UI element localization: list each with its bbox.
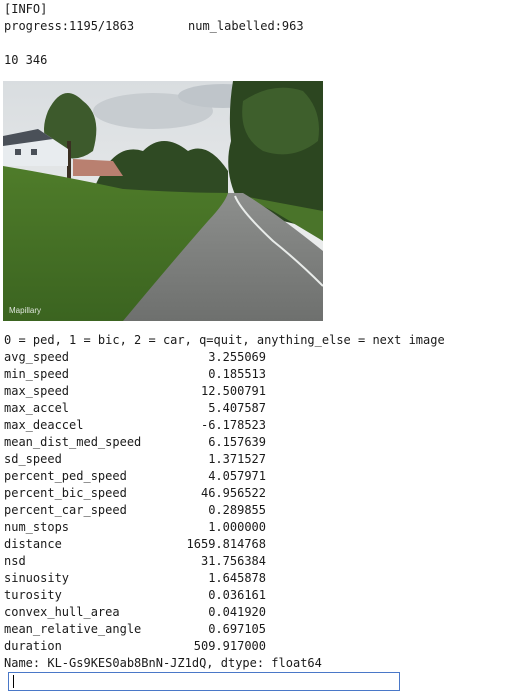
stat-row: avg_speed 3.255069 <box>4 349 266 366</box>
stat-name: distance <box>4 537 62 551</box>
label-input[interactable] <box>8 672 400 691</box>
stat-value: 4.057971 <box>208 469 266 483</box>
stat-name: max_deaccel <box>4 418 84 432</box>
num-labelled-text: num_labelled:963 <box>188 19 304 33</box>
stat-value: 0.185513 <box>208 367 266 381</box>
stat-name: convex_hull_area <box>4 605 120 619</box>
stat-value: 3.255069 <box>208 350 266 364</box>
stat-name: mean_dist_med_speed <box>4 435 142 449</box>
stat-value: 0.036161 <box>208 588 266 602</box>
stat-row: sinuosity 1.645878 <box>4 570 266 587</box>
info-tag: [INFO] <box>4 2 48 16</box>
stat-name: nsd <box>4 554 26 568</box>
image-dims-text: 10 346 <box>4 53 48 67</box>
stat-value: 1.645878 <box>208 571 266 585</box>
stat-name: num_stops <box>4 520 70 534</box>
stat-value: 1.000000 <box>208 520 266 534</box>
mapillary-watermark: Mapillary <box>9 306 41 315</box>
stat-name: max_speed <box>4 384 70 398</box>
text-caret <box>13 675 14 688</box>
stat-value: -6.178523 <box>200 418 266 432</box>
stat-row: max_deaccel -6.178523 <box>4 417 266 434</box>
stat-row: num_stops 1.000000 <box>4 519 266 536</box>
stat-row: turosity 0.036161 <box>4 587 266 604</box>
stat-name: mean_relative_angle <box>4 622 142 636</box>
stat-name: sd_speed <box>4 452 62 466</box>
stat-row: convex_hull_area 0.041920 <box>4 604 266 621</box>
stat-value: 0.289855 <box>208 503 266 517</box>
stat-value: 31.756384 <box>200 554 266 568</box>
stat-row: sd_speed 1.371527 <box>4 451 266 468</box>
stat-row: percent_ped_speed 4.057971 <box>4 468 266 485</box>
stat-value: 1.371527 <box>208 452 266 466</box>
progress-text: progress:1195/1863 <box>4 19 135 33</box>
stat-row: duration 509.917000 <box>4 638 266 655</box>
stat-row: distance 1659.814768 <box>4 536 266 553</box>
stat-value: 46.956522 <box>200 486 266 500</box>
label-prompt: 0 = ped, 1 = bic, 2 = car, q=quit, anyth… <box>4 333 445 347</box>
stat-name: turosity <box>4 588 62 602</box>
stat-value: 0.041920 <box>208 605 266 619</box>
stat-row: max_accel 5.407587 <box>4 400 266 417</box>
stat-name: sinuosity <box>4 571 70 585</box>
stat-row: percent_car_speed 0.289855 <box>4 502 266 519</box>
stats-table: avg_speed 3.255069 min_speed 0.185513 max_… <box>4 349 266 655</box>
stat-row: percent_bic_speed 46.956522 <box>4 485 266 502</box>
stat-row: min_speed 0.185513 <box>4 366 266 383</box>
stat-name: percent_car_speed <box>4 503 127 517</box>
stat-value: 509.917000 <box>193 639 266 653</box>
stat-value: 0.697105 <box>208 622 266 636</box>
stat-value: 6.157639 <box>208 435 266 449</box>
series-name-footer: Name: KL-Gs9KES0ab8BnN-JZ1dQ, dtype: flo… <box>4 656 322 670</box>
stat-row: max_speed 12.500791 <box>4 383 266 400</box>
stat-name: avg_speed <box>4 350 70 364</box>
stat-row: mean_dist_med_speed 6.157639 <box>4 434 266 451</box>
stat-name: duration <box>4 639 62 653</box>
stat-value: 12.500791 <box>200 384 266 398</box>
stat-name: percent_ped_speed <box>4 469 127 483</box>
stat-row: nsd 31.756384 <box>4 553 266 570</box>
stat-name: percent_bic_speed <box>4 486 127 500</box>
stat-row: mean_relative_angle 0.697105 <box>4 621 266 638</box>
stat-name: max_accel <box>4 401 70 415</box>
street-image: Mapillary <box>3 81 323 321</box>
stat-value: 1659.814768 <box>186 537 266 551</box>
stat-name: min_speed <box>4 367 70 381</box>
stat-value: 5.407587 <box>208 401 266 415</box>
